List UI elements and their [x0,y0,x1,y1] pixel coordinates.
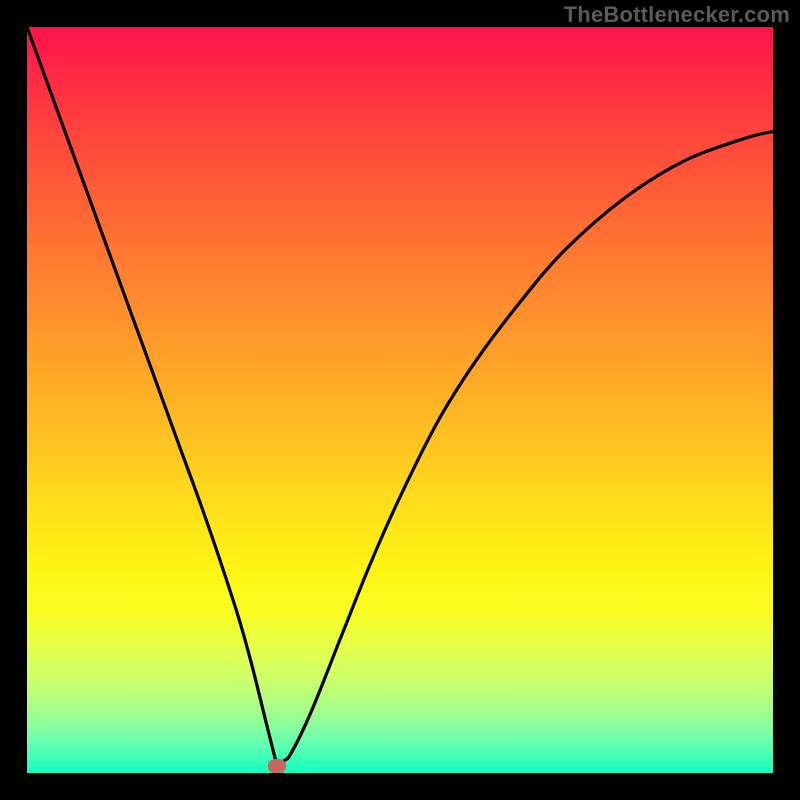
optimal-point-marker [268,759,286,773]
chart-frame: TheBottlenecker.com [0,0,800,800]
attribution-label: TheBottlenecker.com [564,2,790,28]
bottleneck-curve [27,27,773,773]
plot-area [27,27,773,773]
